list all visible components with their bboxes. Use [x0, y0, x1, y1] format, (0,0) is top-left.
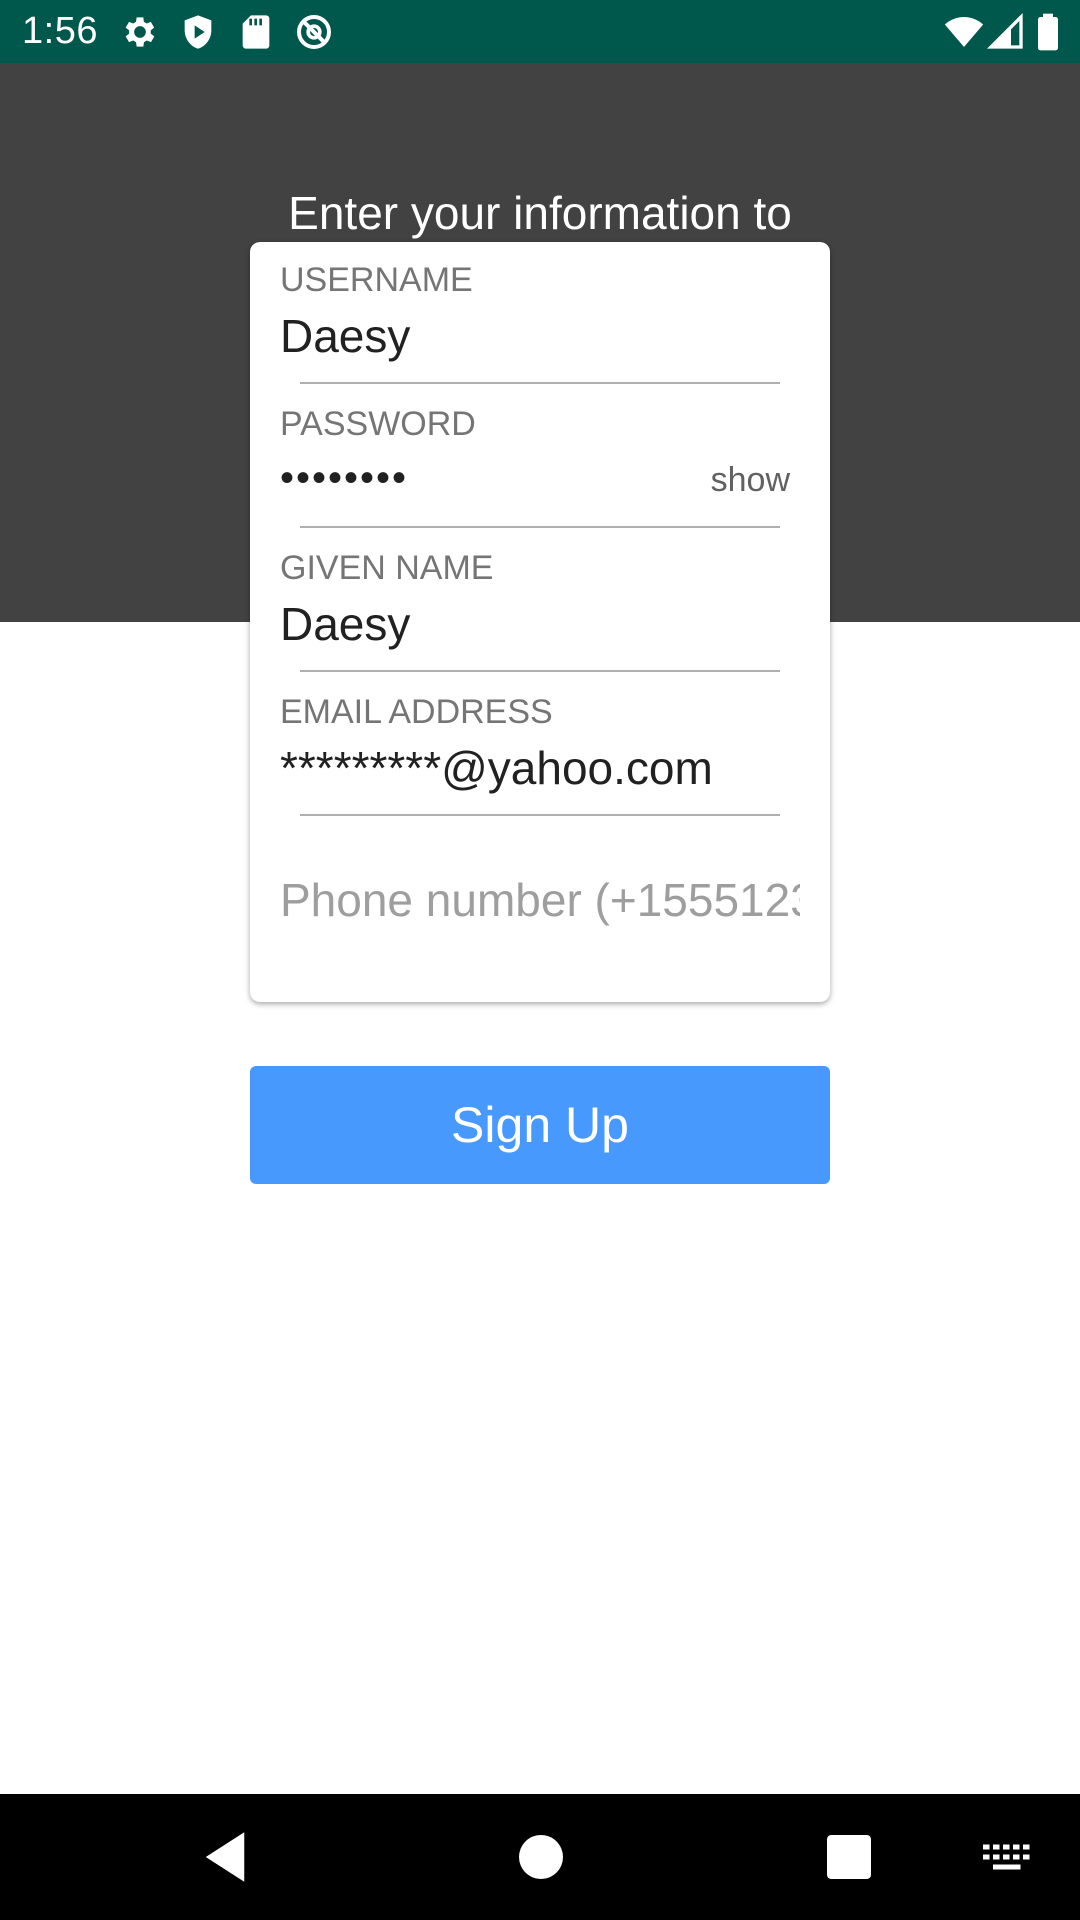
- phone-number-input[interactable]: [280, 870, 800, 930]
- status-bar: 1:56: [0, 0, 1080, 63]
- wifi-icon: [944, 12, 984, 52]
- given-name-field[interactable]: GIVEN NAME Daesy: [250, 530, 830, 674]
- email-underline: [300, 814, 780, 816]
- home-icon[interactable]: [508, 1824, 574, 1890]
- play-protect-icon: [178, 12, 218, 52]
- password-label: PASSWORD: [280, 405, 476, 443]
- keyboard-icon[interactable]: [978, 1824, 1038, 1890]
- recents-icon[interactable]: [816, 1824, 882, 1890]
- password-underline: [300, 526, 780, 528]
- password-value[interactable]: ••••••••: [280, 450, 408, 506]
- email-field[interactable]: EMAIL ADDRESS *********@yahoo.com: [250, 674, 830, 818]
- username-field[interactable]: USERNAME Daesy: [250, 242, 830, 386]
- username-value[interactable]: Daesy: [280, 308, 410, 364]
- email-label: EMAIL ADDRESS: [280, 693, 553, 731]
- settings-icon: [120, 12, 160, 52]
- sd-card-icon: [236, 12, 276, 52]
- username-underline: [300, 382, 780, 384]
- email-value[interactable]: *********@yahoo.com: [280, 740, 713, 796]
- battery-icon: [1030, 12, 1066, 52]
- given-name-underline: [300, 670, 780, 672]
- signup-form-card: USERNAME Daesy PASSWORD •••••••• show GI…: [250, 242, 830, 1002]
- password-field[interactable]: PASSWORD •••••••• show: [250, 386, 830, 530]
- sync-disabled-icon: [294, 12, 334, 52]
- cell-signal-icon: [986, 12, 1026, 52]
- back-icon[interactable]: [192, 1824, 258, 1890]
- status-time: 1:56: [22, 10, 98, 52]
- header-title: Enter your information to: [288, 187, 792, 239]
- navigation-bar: [0, 1794, 1080, 1920]
- given-name-value[interactable]: Daesy: [280, 596, 410, 652]
- username-label: USERNAME: [280, 261, 473, 299]
- show-password-toggle[interactable]: show: [711, 460, 790, 500]
- given-name-label: GIVEN NAME: [280, 549, 494, 587]
- sign-up-button[interactable]: Sign Up: [250, 1066, 830, 1184]
